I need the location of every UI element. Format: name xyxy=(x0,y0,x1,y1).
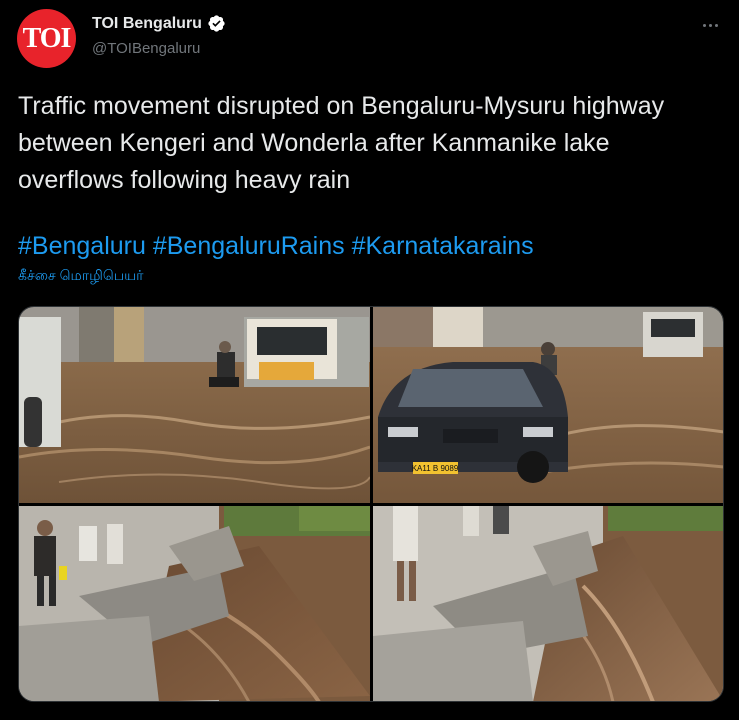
avatar[interactable]: TOI xyxy=(17,9,76,68)
car-in-floodwater-photo[interactable]: KA11 B 9089 xyxy=(373,307,723,503)
more-options-icon[interactable] xyxy=(699,14,721,36)
verified-badge-icon xyxy=(208,15,225,32)
avatar-logo-text: TOI xyxy=(22,22,72,54)
more-dot xyxy=(702,23,706,27)
rushing-water-drain-photo[interactable] xyxy=(373,506,723,701)
hashtag-link[interactable]: #BengaluruRains xyxy=(153,232,345,260)
media-grid: KA11 B 9089 xyxy=(18,306,724,702)
flooded-highway-truck-photo[interactable] xyxy=(19,307,370,503)
translate-tweet-link[interactable]: கீச்சை மொழிபெயர் xyxy=(18,267,144,286)
hashtag-link[interactable]: #Karnatakarains xyxy=(352,232,534,260)
author-display-name[interactable]: TOI Bengaluru xyxy=(92,15,202,33)
collapsed-drain-slab-photo[interactable] xyxy=(19,506,370,701)
author-name-row: TOI Bengaluru xyxy=(92,14,226,33)
hashtag-link[interactable]: #Bengaluru xyxy=(18,232,146,260)
more-dot xyxy=(708,23,712,27)
tweet-text: Traffic movement disrupted on Bengaluru-… xyxy=(18,92,665,194)
more-dot xyxy=(714,23,718,27)
license-plate-text: KA11 B 9089 xyxy=(412,464,459,473)
hashtag-row: #Bengaluru #BengaluruRains #Karnatakarai… xyxy=(18,228,534,265)
author-handle[interactable]: @TOIBengaluru xyxy=(92,40,200,57)
